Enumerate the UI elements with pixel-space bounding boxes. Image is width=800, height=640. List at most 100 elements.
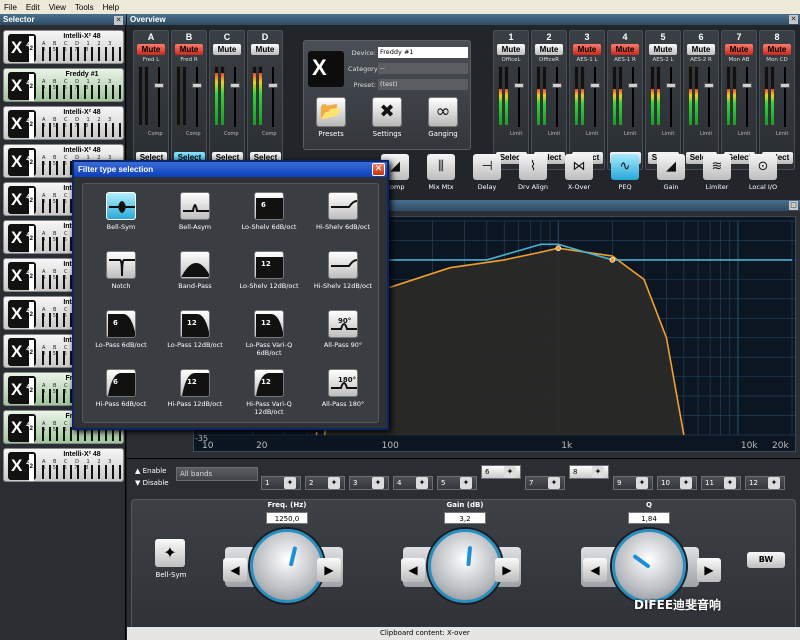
band-button[interactable]: 9 ✦: [613, 476, 653, 490]
filter-type-option[interactable]: 180° All-Pass 180°: [307, 369, 379, 425]
freq-value-field[interactable]: 1250,0: [266, 512, 308, 524]
io-icon[interactable]: ⊙: [749, 154, 777, 180]
freq-knob[interactable]: [250, 529, 324, 603]
highpass-12-icon[interactable]: 12: [180, 369, 210, 397]
fader-handle[interactable]: [628, 83, 638, 88]
fader-handle[interactable]: [268, 83, 278, 88]
filter-type-option[interactable]: Bell-Asym: [159, 192, 231, 248]
selector-item[interactable]: X482Freddy #1A B C D 1 2 3 4 5 6 7 8: [3, 68, 124, 102]
bw-button[interactable]: BW: [747, 552, 785, 568]
close-icon[interactable]: ✕: [372, 163, 385, 176]
mute-button[interactable]: Mute: [137, 44, 165, 55]
bell-sym-icon[interactable]: [106, 192, 136, 220]
mute-button[interactable]: Mute: [213, 44, 241, 55]
category-field[interactable]: --: [378, 63, 468, 74]
align-icon[interactable]: ⌇: [519, 154, 547, 180]
menu-file[interactable]: File: [4, 3, 17, 12]
band-button[interactable]: 10 ✦: [657, 476, 697, 490]
link-icon[interactable]: ∞: [428, 97, 458, 127]
lo-shelf-12-icon[interactable]: 12: [254, 251, 284, 279]
selector-item[interactable]: X482Intelli-X² 48A B C D 1 2 3 4 5 6 7 8: [3, 30, 124, 64]
folder-icon[interactable]: 📂: [316, 97, 346, 127]
filter-type-option[interactable]: Notch: [85, 251, 157, 307]
fader-handle[interactable]: [154, 83, 164, 88]
fader-handle[interactable]: [552, 83, 562, 88]
filter-type-option[interactable]: 12 Lo-Shelv 12dB/oct: [233, 251, 305, 307]
fader-handle[interactable]: [742, 83, 752, 88]
delay-icon[interactable]: ⊣: [473, 154, 501, 180]
enable-button[interactable]: ▲ Enable: [135, 467, 166, 475]
band-button[interactable]: 8 ✦: [569, 465, 609, 479]
highpass-6-icon[interactable]: 6: [106, 369, 136, 397]
band-button[interactable]: 7 ✦: [525, 476, 565, 490]
mute-button[interactable]: Mute: [573, 44, 601, 55]
peq-icon[interactable]: ∿: [611, 154, 639, 180]
menu-view[interactable]: View: [49, 3, 66, 12]
selector-item[interactable]: X482Intelli-X² 48A B C D 1 2 3 4 5 6 7 8: [3, 106, 124, 140]
mute-button[interactable]: Mute: [763, 44, 791, 55]
all-bands-button[interactable]: All bands: [176, 467, 258, 481]
filter-type-option[interactable]: 90° All-Pass 90°: [307, 310, 379, 366]
band-button[interactable]: 2 ✦: [305, 476, 345, 490]
band-button[interactable]: 3 ✦: [349, 476, 389, 490]
filter-type-option[interactable]: 12 Lo-Pass Vari-Q 6dB/oct: [233, 310, 305, 366]
mute-button[interactable]: Mute: [251, 44, 279, 55]
q-left-arrow[interactable]: ◀: [583, 558, 607, 582]
bell-asym-icon[interactable]: [180, 192, 210, 220]
limiter-icon[interactable]: ≋: [703, 154, 731, 180]
filter-type-option[interactable]: Band-Pass: [159, 251, 231, 307]
fader-handle[interactable]: [704, 83, 714, 88]
bell-sym-icon[interactable]: ✦: [155, 539, 185, 567]
freq-left-arrow[interactable]: ◀: [223, 558, 247, 582]
lowpass-variq-icon[interactable]: 12: [254, 310, 284, 338]
fader-handle[interactable]: [230, 83, 240, 88]
band-button[interactable]: 6 ✦: [481, 465, 521, 479]
band-button[interactable]: 5 ✦: [437, 476, 477, 490]
lowpass-6-icon[interactable]: 6: [106, 310, 136, 338]
band-button[interactable]: 12 ✦: [745, 476, 785, 490]
filter-type-option[interactable]: 6 Hi-Pass 6dB/oct: [85, 369, 157, 425]
mute-button[interactable]: Mute: [175, 44, 203, 55]
band-button[interactable]: 11 ✦: [701, 476, 741, 490]
tools-icon[interactable]: ✖: [372, 97, 402, 127]
fader-handle[interactable]: [666, 83, 676, 88]
q-knob[interactable]: [612, 529, 686, 603]
menu-help[interactable]: Help: [103, 3, 119, 12]
gain-value-field[interactable]: 3,2: [444, 512, 486, 524]
filter-type-option[interactable]: 6 Lo-Pass 6dB/oct: [85, 310, 157, 366]
notch-icon[interactable]: [106, 251, 136, 279]
mute-button[interactable]: Mute: [687, 44, 715, 55]
fader-handle[interactable]: [192, 83, 202, 88]
tool-gain[interactable]: ◢ Gain: [653, 154, 689, 196]
band-button[interactable]: 4 ✦: [393, 476, 433, 490]
fader-handle[interactable]: [514, 83, 524, 88]
graph-maximize-icon[interactable]: □: [789, 201, 798, 210]
gain-left-arrow[interactable]: ◀: [401, 558, 425, 582]
tool-delay[interactable]: ⊣ Delay: [469, 154, 505, 196]
mute-button[interactable]: Mute: [725, 44, 753, 55]
fader-handle[interactable]: [780, 83, 790, 88]
tool-xover[interactable]: ⋈ X-Over: [561, 154, 597, 196]
tool-peq[interactable]: ∿ PEQ: [607, 154, 643, 196]
device-field[interactable]: Freddy #1: [378, 47, 468, 58]
mute-button[interactable]: Mute: [649, 44, 677, 55]
mixer-icon[interactable]: ⫼: [427, 154, 455, 180]
fader-handle[interactable]: [590, 83, 600, 88]
mute-button[interactable]: Mute: [497, 44, 525, 55]
selector-close-icon[interactable]: ✕: [114, 16, 123, 25]
allpass-90-icon[interactable]: 90°: [328, 310, 358, 338]
menu-edit[interactable]: Edit: [26, 3, 40, 12]
hi-shelf-12-icon[interactable]: [328, 251, 358, 279]
xover-icon[interactable]: ⋈: [565, 154, 593, 180]
tool-limiter[interactable]: ≋ Limiter: [699, 154, 735, 196]
tool-drvalign[interactable]: ⌇ Drv Align: [515, 154, 551, 196]
gain-icon[interactable]: ◢: [657, 154, 685, 180]
q-right-arrow[interactable]: ▶: [697, 558, 721, 582]
bandpass-icon[interactable]: [180, 251, 210, 279]
lo-shelf-icon[interactable]: 6: [254, 192, 284, 220]
hi-shelf-icon[interactable]: [328, 192, 358, 220]
lowpass-12-icon[interactable]: 12: [180, 310, 210, 338]
filter-type-option[interactable]: 12 Hi-Pass 12dB/oct: [159, 369, 231, 425]
q-value-field[interactable]: 1,84: [628, 512, 670, 524]
mute-button[interactable]: Mute: [535, 44, 563, 55]
